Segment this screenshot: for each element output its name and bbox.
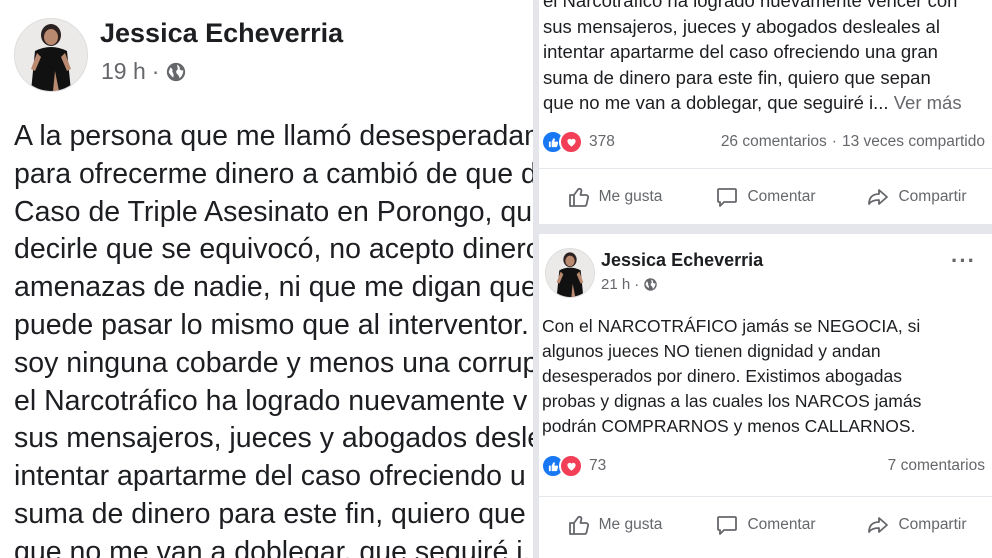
post-line: suma de dinero para este fin, quiero que…: [543, 66, 931, 88]
post-line: para ofrecerme dinero a cambió de que d: [14, 157, 533, 190]
post-body: A la persona que me llamó desesperadam p…: [14, 118, 533, 558]
reactions-summary[interactable]: 378: [541, 130, 615, 154]
comment-label: Comentar: [747, 188, 816, 205]
post-line: Caso de Triple Asesinato en Porongo, qu: [14, 195, 533, 228]
post-actions: Me gusta Comentar Compartir: [539, 168, 992, 224]
share-label: Compartir: [898, 516, 967, 533]
post-line: sus mensajeros, jueces y abogados deslea…: [543, 15, 940, 37]
post-line: Con el NARCOTRÁFICO jamás se NEGOCIA, si: [542, 316, 921, 336]
post-line: probas y dignas a las cuales los NARCOS …: [542, 391, 922, 411]
post-actions: Me gusta Comentar Compartir: [539, 496, 992, 553]
author-avatar[interactable]: [545, 248, 595, 298]
right-bottom-post: Jessica Echeverria 21 h · ··· Con el NAR…: [539, 234, 992, 558]
globe-icon: [167, 62, 186, 81]
share-button[interactable]: Compartir: [841, 497, 992, 553]
left-post-zoomed: Jessica Echeverria 19 h · A la persona q…: [0, 0, 533, 558]
right-top-post: el Narcotráfico ha logrado nuevamente ve…: [539, 0, 992, 224]
post-meta: 19 h ·: [101, 58, 187, 85]
thumbs-up-icon: [568, 515, 589, 535]
post-divider: [539, 224, 992, 234]
post-line: que no me van a doblegar, que seguiré i.…: [14, 535, 533, 558]
author-name[interactable]: Jessica Echeverria: [100, 18, 343, 49]
post-stats: 378 26 comentarios · 13 veces compartido: [541, 130, 985, 154]
reactions-count: 73: [589, 457, 607, 474]
see-more-link[interactable]: Ver más: [894, 92, 962, 113]
more-options-icon[interactable]: ···: [951, 248, 976, 274]
like-label: Me gusta: [598, 188, 663, 205]
post-time[interactable]: 21 h: [601, 276, 630, 293]
post-line: sus mensajeros, jueces y abogados desle: [14, 422, 533, 455]
share-icon: [868, 517, 889, 533]
thumbs-up-icon: [568, 187, 589, 207]
meta-separator: ·: [634, 276, 640, 293]
post-body: el Narcotráfico ha logrado nuevamente ve…: [543, 0, 962, 116]
love-reaction-icon: [559, 454, 583, 478]
post-line-last: que no me van a doblegar, que seguiré i.…: [543, 90, 962, 116]
author-avatar[interactable]: [14, 18, 88, 92]
share-label: Compartir: [898, 188, 967, 205]
like-button[interactable]: Me gusta: [539, 169, 690, 224]
shares-count[interactable]: 13 veces compartido: [842, 133, 985, 151]
comment-icon: [717, 188, 738, 207]
comment-button[interactable]: Comentar: [690, 497, 841, 553]
like-button[interactable]: Me gusta: [539, 497, 690, 553]
share-button[interactable]: Compartir: [841, 169, 992, 224]
reactions-summary[interactable]: 73: [541, 454, 606, 478]
comments-count[interactable]: 26 comentarios: [721, 133, 827, 151]
post-stats: 73 7 comentarios: [541, 454, 985, 478]
love-reaction-icon: [559, 130, 583, 154]
post-line: A la persona que me llamó desesperadam: [14, 120, 533, 152]
post-line: suma de dinero para este fin, quiero que: [14, 497, 526, 530]
post-line: desesperados por dinero. Existimos aboga…: [542, 366, 902, 386]
post-line: decirle que se equivocó, no acepto diner…: [14, 233, 533, 266]
meta-separator: ·: [151, 58, 160, 84]
post-line: amenazas de nadie, ni que me digan que: [14, 271, 533, 304]
comment-icon: [717, 516, 738, 535]
stats-separator: ·: [831, 133, 837, 150]
reactions-count: 378: [589, 133, 615, 150]
post-line: podrán COMPRARNOS y menos CALLARNOS.: [542, 416, 916, 436]
globe-icon: [644, 278, 657, 291]
post-line: soy ninguna cobarde y menos una corrup: [14, 346, 533, 379]
post-line: puede pasar lo mismo que al interventor.: [14, 308, 529, 341]
post-body: Con el NARCOTRÁFICO jamás se NEGOCIA, si…: [542, 314, 921, 439]
post-line: el Narcotráfico ha logrado nuevamente v: [14, 384, 528, 417]
like-label: Me gusta: [598, 516, 663, 533]
post-time[interactable]: 19 h: [101, 58, 146, 85]
post-line: intentar apartarme del caso ofreciendo u: [14, 460, 526, 493]
comment-label: Comentar: [747, 516, 816, 533]
post-meta: 21 h ·: [601, 276, 658, 293]
post-line-text: que no me van a doblegar, que seguiré i.…: [543, 92, 889, 113]
comment-button[interactable]: Comentar: [690, 169, 841, 224]
author-name[interactable]: Jessica Echeverria: [601, 250, 763, 271]
post-line: intentar apartarme del caso ofreciendo u…: [543, 41, 938, 62]
post-line: el Narcotráfico ha logrado nuevamente ve…: [543, 0, 958, 11]
share-icon: [868, 189, 889, 205]
post-line: algunos jueces NO tienen dignidad y anda…: [542, 341, 881, 361]
comments-count[interactable]: 7 comentarios: [888, 457, 985, 475]
